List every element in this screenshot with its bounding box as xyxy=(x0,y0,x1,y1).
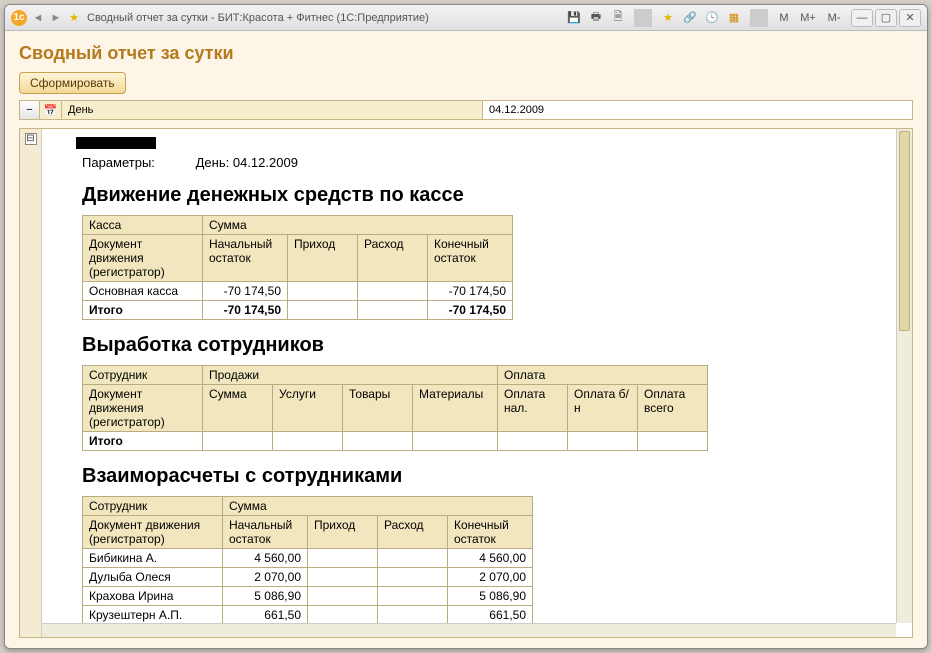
window-title: Сводный отчет за сутки - БИТ:Красота + Ф… xyxy=(87,12,565,24)
table-row[interactable]: Крузештерн А.П.661,50661,50 xyxy=(83,606,533,625)
th-doc: Документ движения (регистратор) xyxy=(83,235,203,282)
print-icon[interactable]: 🖶 xyxy=(587,9,605,27)
table-row[interactable]: Крахова Ирина5 086,905 086,90 xyxy=(83,587,533,606)
th-kassa: Касса xyxy=(83,216,203,235)
th-begin: Начальный остаток xyxy=(203,235,288,282)
preview-icon[interactable]: 🗎 xyxy=(609,9,627,27)
params-day-value: 04.12.2009 xyxy=(233,155,298,170)
close-button[interactable]: ✕ xyxy=(899,9,921,27)
th-svc: Услуги xyxy=(273,385,343,432)
th-noncash: Оплата б/н xyxy=(568,385,638,432)
th-doc: Документ движения (регистратор) xyxy=(83,385,203,432)
zoom-m[interactable]: M xyxy=(775,9,793,27)
app-window: 1c ◄ ► ★ Сводный отчет за сутки - БИТ:Кр… xyxy=(4,4,928,649)
th-end: Конечный остаток xyxy=(428,235,513,282)
minimize-button[interactable]: — xyxy=(851,9,873,27)
table-total-row: Итого -70 174,50 -70 174,50 xyxy=(83,301,513,320)
nav-fwd-icon[interactable]: ► xyxy=(49,11,63,25)
th-goods: Товары xyxy=(343,385,413,432)
table-employee-output: Сотрудник Продажи Оплата Документ движен… xyxy=(82,365,708,451)
calendar-icon[interactable]: 📅 xyxy=(40,101,62,119)
table-employee-settlements: Сотрудник Сумма Документ движения (регис… xyxy=(82,496,533,638)
zoom-mminus[interactable]: M- xyxy=(823,9,845,27)
th-begin: Начальный остаток xyxy=(223,516,308,549)
th-in: Приход xyxy=(308,516,378,549)
favorite-icon[interactable]: ★ xyxy=(67,11,81,25)
th-end: Конечный остаток xyxy=(448,516,533,549)
horizontal-scrollbar[interactable] xyxy=(42,623,896,637)
vertical-scrollbar[interactable] xyxy=(896,129,912,623)
table-total-row: Итого xyxy=(83,432,708,451)
th-sum: Сумма xyxy=(203,385,273,432)
report-viewport: ⊟ Параметры: День: 04.12.2009 Движение д… xyxy=(19,128,913,638)
params-label: Параметры: xyxy=(82,155,192,170)
section3-title: Взаиморасчеты с сотрудниками xyxy=(82,465,896,488)
content-area: Сводный отчет за сутки Сформировать − 📅 … xyxy=(5,31,927,648)
filter-bar: − 📅 День 04.12.2009 xyxy=(19,100,913,120)
th-cash: Оплата нал. xyxy=(498,385,568,432)
filter-collapse-button[interactable]: − xyxy=(20,101,40,119)
link-icon[interactable]: 🔗 xyxy=(681,9,699,27)
table-row[interactable]: Бибикина А.4 560,004 560,00 xyxy=(83,549,533,568)
th-mat: Материалы xyxy=(413,385,498,432)
th-summa: Сумма xyxy=(203,216,513,235)
table-row[interactable]: Основная касса -70 174,50 -70 174,50 xyxy=(83,282,513,301)
redaction-bar xyxy=(76,137,156,149)
th-sales: Продажи xyxy=(203,366,498,385)
scrollbar-thumb[interactable] xyxy=(899,131,910,331)
th-pay: Оплата xyxy=(498,366,708,385)
app-icon: 1c xyxy=(11,10,27,26)
calc-icon[interactable]: ▦ xyxy=(725,9,743,27)
section2-title: Выработка сотрудников xyxy=(82,334,896,357)
zoom-mplus[interactable]: M+ xyxy=(797,9,819,27)
th-doc: Документ движения (регистратор) xyxy=(83,516,223,549)
outline-gutter: ⊟ xyxy=(20,129,42,637)
maximize-button[interactable]: ▢ xyxy=(875,9,897,27)
report-params: Параметры: День: 04.12.2009 xyxy=(82,155,896,170)
section1-title: Движение денежных средств по кассе xyxy=(82,184,896,207)
page-title: Сводный отчет за сутки xyxy=(19,43,913,64)
save-icon[interactable]: 💾 xyxy=(565,9,583,27)
star-icon[interactable]: ★ xyxy=(659,9,677,27)
th-emp: Сотрудник xyxy=(83,366,203,385)
params-day-label: День: xyxy=(196,155,230,170)
th-out: Расход xyxy=(358,235,428,282)
th-out: Расход xyxy=(378,516,448,549)
table-row[interactable]: Дулыба Олеся2 070,002 070,00 xyxy=(83,568,533,587)
th-emp: Сотрудник xyxy=(83,497,223,516)
filter-label: День xyxy=(62,101,482,119)
th-in: Приход xyxy=(288,235,358,282)
separator xyxy=(750,9,768,27)
collapse-toggle[interactable]: ⊟ xyxy=(25,133,37,145)
clock-icon[interactable]: 🕓 xyxy=(703,9,721,27)
filter-value[interactable]: 04.12.2009 xyxy=(482,101,912,119)
form-report-button[interactable]: Сформировать xyxy=(19,72,126,94)
titlebar: 1c ◄ ► ★ Сводный отчет за сутки - БИТ:Кр… xyxy=(5,5,927,31)
table-cash-flow: Касса Сумма Документ движения (регистрат… xyxy=(82,215,513,320)
minus-icon: − xyxy=(26,104,32,116)
th-summa: Сумма xyxy=(223,497,533,516)
report-body: Параметры: День: 04.12.2009 Движение ден… xyxy=(42,129,912,638)
separator xyxy=(634,9,652,27)
th-totalpay: Оплата всего xyxy=(638,385,708,432)
nav-back-icon[interactable]: ◄ xyxy=(31,11,45,25)
